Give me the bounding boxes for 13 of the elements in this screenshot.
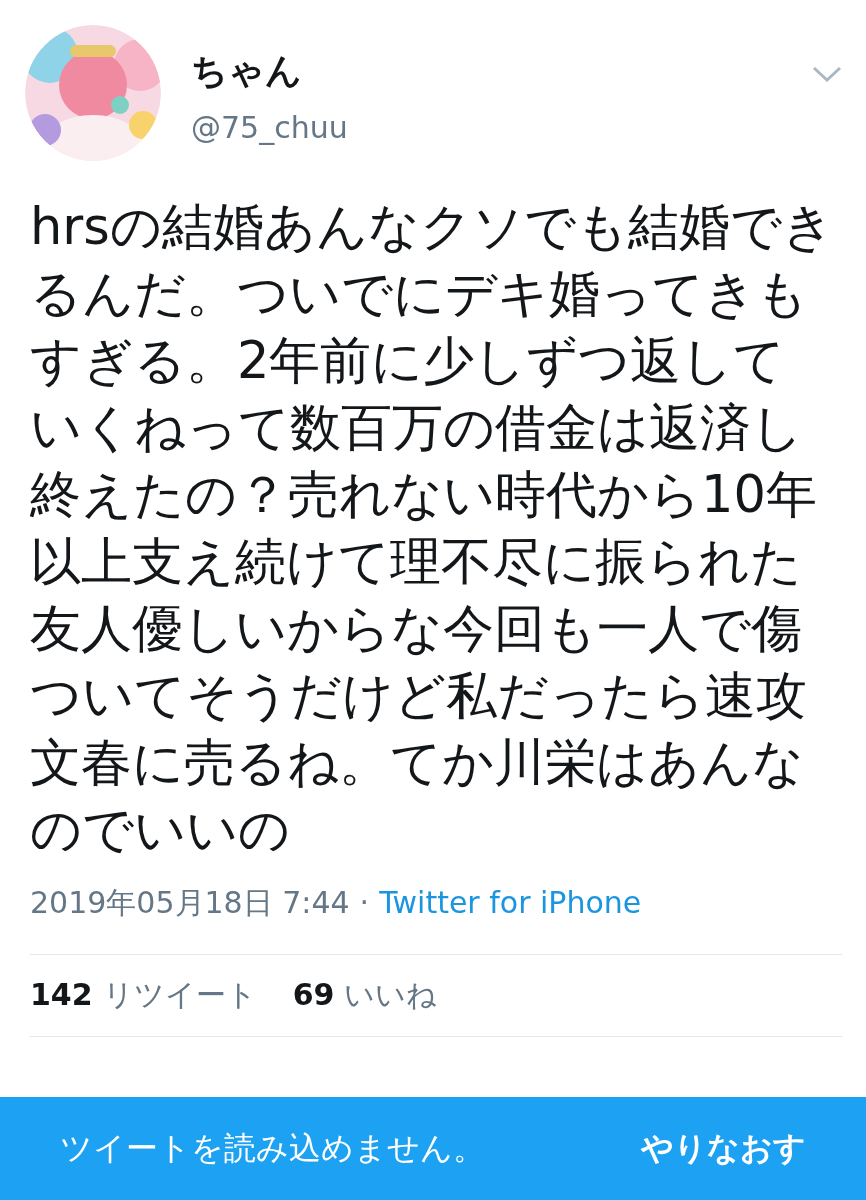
stat-label: いいね — [344, 976, 438, 1014]
stat-label: リツイート — [102, 976, 257, 1014]
stat-count: 69 — [292, 977, 335, 1012]
timestamp: 2019年05月18日 7:44 — [30, 884, 350, 922]
chevron-down-icon[interactable] — [812, 65, 842, 83]
retry-button[interactable]: やりなおす — [641, 1122, 806, 1175]
stat-count: 142 — [30, 977, 93, 1012]
error-message: ツイートを読み込めません。 — [60, 1127, 485, 1169]
user-handle: @75_chuu — [191, 110, 348, 145]
source-link[interactable]: Twitter for iPhone — [379, 885, 642, 920]
tweet-text: hrsの結婚あんなクソでも結婚できるんだ。ついでにデキ婚ってきもすぎる。2年前に少しずつ返していくねって数百万の借金は返済し終えたの？売れない時代から10年以上支え続けて理不尽に振られた友人優しいからな今回も一人で傷ついてそうだけど私だったら速攻文春に売るね。てか川栄はあんなのでいいの — [30, 196, 835, 861]
display-name: ちゃん — [191, 49, 302, 93]
separator: · — [359, 885, 370, 920]
